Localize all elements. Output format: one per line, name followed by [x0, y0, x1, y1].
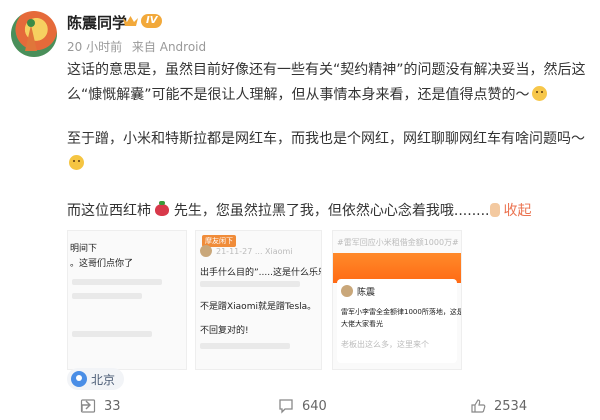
- img3-header: #雷军回应小米租借金额1000万#: [337, 238, 459, 247]
- post-text-1: 这话的意思是，虽然目前好像还有一些有关“契约精神”的问题没有解决妥当，然后这么“…: [67, 62, 586, 103]
- comment-icon: [279, 399, 293, 414]
- collapse-link[interactable]: 收起: [504, 203, 532, 219]
- img3-comment-card: 陈震 雷军小李雷全金额律1000所落地，这是出回值得 大佬大家看光 老板出这么多…: [337, 279, 461, 363]
- action-bar: 33 640 2534: [0, 392, 600, 420]
- img2-line1: 出手什么目的”.....这是什么乐乐话?: [200, 268, 321, 278]
- share-button[interactable]: 33: [80, 398, 121, 414]
- location-label: 北京: [91, 372, 116, 387]
- post-source: 来自 Android: [131, 40, 207, 54]
- img3-name: 陈震: [357, 288, 376, 298]
- location-tag[interactable]: 北京: [67, 368, 125, 390]
- img3-line2: 大佬大家看光: [341, 320, 383, 328]
- location-pin-icon: [71, 371, 87, 387]
- like-button[interactable]: 2534: [470, 398, 527, 414]
- img1-line1: 明间下: [70, 244, 98, 254]
- avatar-image: [25, 19, 37, 51]
- vip-badge[interactable]: IV: [122, 14, 163, 28]
- level-badge: IV: [141, 14, 163, 28]
- post-image-1[interactable]: 明间下 。这哥们点你了: [67, 230, 187, 370]
- question-emoji-icon: [69, 155, 84, 170]
- img2-line3: 不回复对的!: [200, 326, 249, 336]
- post-text-3a: 而这位西红柿: [67, 203, 151, 219]
- img2-blur-bar: [200, 343, 290, 349]
- author-name[interactable]: 陈震同学: [67, 12, 127, 33]
- post-meta: 20 小时前 来自 Android: [67, 38, 206, 55]
- img3-line3: 老板出这么多，这里来个: [341, 340, 429, 349]
- post-paragraph-1: 这话的意思是，虽然目前好像还有一些有关“契约精神”的问题没有解决妥当，然后这么“…: [67, 58, 587, 108]
- img3-line1: 雷军小李雷全金额律1000所落地，这是出回值得: [341, 308, 461, 316]
- post-text-2: 至于蹭，小米和特斯拉都是网红车，而我也是个网红，网红聊聊网红车有啥问题吗～: [67, 131, 585, 147]
- img1-line2: 。这哥们点你了: [70, 259, 134, 269]
- img2-time: 21-11-27 ... Xiaomi: [216, 247, 293, 256]
- img2-line2: 不是蹭Xiaomi就是蹭Tesla。: [200, 302, 317, 312]
- share-icon: [80, 399, 96, 413]
- like-count: 2534: [494, 398, 528, 414]
- smile-emoji-icon: [531, 86, 547, 101]
- img1-blur-bar: [72, 331, 152, 337]
- post-paragraph-3: 而这位西红柿 先生，您虽然拉黑了我，但依然心心念着我哦........ 收起: [67, 199, 587, 224]
- img2-blur-bar: [200, 281, 300, 287]
- post-paragraph-2: 至于蹭，小米和特斯拉都是网红车，而我也是个网红，网红聊聊网红车有啥问题吗～: [67, 127, 587, 177]
- thumbs-up-icon: [471, 399, 486, 413]
- post-text-3b: 先生，您虽然拉黑了我，但依然心心念着我哦........: [173, 203, 490, 219]
- img3-avatar: [341, 285, 353, 297]
- post-image-2[interactable]: 摩友闲下 21-11-27 ... Xiaomi 出手什么目的”.....这是什…: [195, 230, 322, 370]
- avatar[interactable]: [11, 11, 57, 57]
- img1-blur-bar: [72, 279, 162, 285]
- share-count: 33: [104, 398, 121, 414]
- img1-blur-bar: [72, 293, 142, 299]
- post-time[interactable]: 20 小时前: [67, 40, 122, 54]
- tomato-emoji-icon: [155, 201, 170, 216]
- post-image-3[interactable]: #雷军回应小米租借金额1000万# 陈震 雷军小李雷全金额律1000所落地，这是…: [332, 230, 462, 370]
- comment-button[interactable]: 640: [278, 398, 327, 414]
- comment-count: 640: [302, 398, 327, 414]
- img2-avatar: [200, 245, 212, 257]
- hand-emoji-icon: [489, 203, 500, 217]
- crown-icon: [123, 16, 138, 26]
